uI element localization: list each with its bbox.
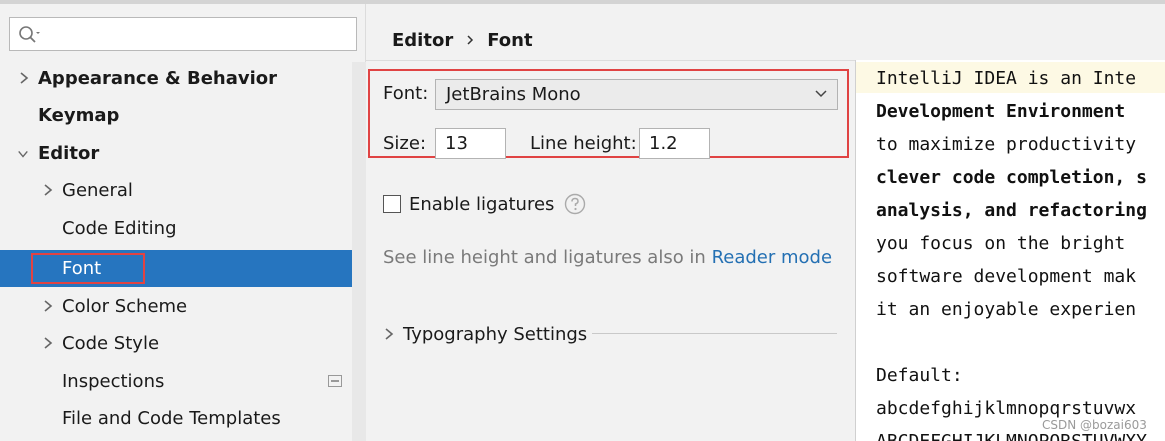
sidebar-item-label: File and Code Templates bbox=[62, 408, 281, 429]
breadcrumb-parent[interactable]: Editor bbox=[392, 30, 453, 51]
ligatures-row: Enable ligatures bbox=[383, 192, 586, 216]
hint-text: See line height and ligatures also in Re… bbox=[383, 247, 832, 268]
sidebar-item-label: Code Style bbox=[62, 333, 160, 354]
ligatures-label[interactable]: Enable ligatures bbox=[409, 194, 554, 215]
breadcrumb-current: Font bbox=[487, 29, 533, 51]
sidebar-item-appearance[interactable]: Appearance & Behavior bbox=[0, 60, 352, 97]
chevron-right-icon bbox=[44, 184, 53, 196]
preview-line: IntelliJ IDEA is an Inte bbox=[876, 68, 1137, 89]
preview-line: to maximize productivity bbox=[876, 134, 1137, 155]
preview-line: abcdefghijklmnopqrstuvwx bbox=[876, 398, 1137, 419]
chevron-right-icon bbox=[44, 337, 53, 349]
sidebar-item-label: Color Scheme bbox=[62, 296, 188, 317]
chevron-down-icon bbox=[18, 150, 28, 158]
preview-line: Default: bbox=[876, 365, 963, 386]
watermark: CSDN @bozai603 bbox=[1042, 418, 1147, 432]
sidebar-item-file-templates[interactable]: File and Code Templates bbox=[0, 400, 352, 437]
hint-label: See line height and ligatures also in bbox=[383, 247, 706, 268]
chevron-right-icon bbox=[385, 328, 394, 340]
sidebar-scrollbar[interactable] bbox=[352, 62, 366, 441]
sidebar-item-color-scheme[interactable]: Color Scheme bbox=[0, 288, 352, 325]
font-select-value: JetBrains Mono bbox=[446, 84, 581, 105]
settings-sidebar: Appearance & Behavior Keymap Editor Gene… bbox=[0, 4, 366, 441]
chevron-right-icon bbox=[20, 72, 29, 84]
sidebar-item-label: Code Editing bbox=[62, 218, 177, 239]
section-divider bbox=[592, 333, 837, 334]
sidebar-item-code-style[interactable]: Code Style bbox=[0, 325, 352, 362]
preview-line: software development mak bbox=[876, 266, 1137, 287]
sidebar-item-label: General bbox=[62, 180, 133, 201]
typography-settings-label: Typography Settings bbox=[403, 323, 588, 345]
chevron-right-icon bbox=[44, 300, 53, 312]
font-label: Font: bbox=[383, 83, 429, 104]
sidebar-item-inspections[interactable]: Inspections bbox=[0, 363, 352, 400]
preview-line: Development Environment bbox=[876, 101, 1126, 122]
line-height-input[interactable]: 1.2 bbox=[639, 128, 710, 159]
sidebar-item-label: Editor bbox=[38, 143, 100, 164]
enable-ligatures-checkbox[interactable] bbox=[383, 195, 401, 213]
chevron-right-icon bbox=[467, 35, 474, 45]
size-value: 13 bbox=[445, 133, 468, 154]
size-label: Size: bbox=[383, 133, 427, 154]
typography-settings-toggle[interactable]: Typography Settings bbox=[383, 322, 587, 346]
chevron-down-icon bbox=[815, 90, 827, 98]
help-icon[interactable] bbox=[564, 193, 586, 215]
sidebar-item-label: Inspections bbox=[62, 371, 165, 392]
preview-line: it an enjoyable experien bbox=[876, 299, 1137, 320]
font-select[interactable]: JetBrains Mono bbox=[435, 79, 838, 110]
sidebar-item-font[interactable]: Font bbox=[0, 250, 366, 287]
font-preview[interactable]: IntelliJ IDEA is an Inte Development Env… bbox=[855, 60, 1165, 441]
search-icon bbox=[19, 26, 40, 43]
size-input[interactable]: 13 bbox=[435, 128, 506, 159]
preview-line: ABCDEFGHIJKLMNOPQRSTUVWXY bbox=[876, 431, 1147, 441]
preview-line: you focus on the bright bbox=[876, 233, 1126, 254]
line-height-value: 1.2 bbox=[649, 133, 678, 154]
breadcrumb: Editor Font bbox=[392, 28, 533, 52]
project-settings-icon bbox=[328, 375, 342, 387]
sidebar-item-code-editing[interactable]: Code Editing bbox=[0, 210, 352, 247]
reader-mode-link[interactable]: Reader mode bbox=[712, 247, 832, 268]
preview-line: analysis, and refactoring bbox=[876, 200, 1147, 221]
sidebar-item-editor[interactable]: Editor bbox=[0, 135, 352, 172]
search-input[interactable] bbox=[9, 17, 357, 51]
sidebar-item-label: Font bbox=[62, 258, 102, 279]
header-divider bbox=[366, 60, 855, 61]
sidebar-item-label: Appearance & Behavior bbox=[38, 68, 278, 89]
line-height-label: Line height: bbox=[530, 133, 637, 154]
preview-line: clever code completion, s bbox=[876, 167, 1147, 188]
sidebar-item-keymap[interactable]: Keymap bbox=[0, 97, 352, 134]
sidebar-item-general[interactable]: General bbox=[0, 172, 352, 209]
sidebar-item-label: Keymap bbox=[38, 105, 120, 126]
